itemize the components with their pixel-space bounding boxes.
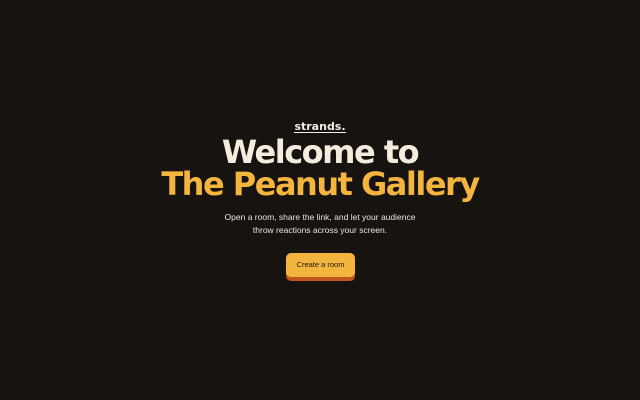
create-room-button[interactable]: Create a room <box>286 253 355 277</box>
hero-subtitle-line-2: throw reactions across your screen. <box>252 225 388 235</box>
logo-wordmark: strands. <box>294 120 346 133</box>
landing-page: strands. Welcome to The Peanut Gallery O… <box>0 0 640 400</box>
hero-subtitle-line-1: Open a room, share the link, and let you… <box>224 212 416 222</box>
hero-title-line-2: The Peanut Gallery <box>161 165 480 203</box>
hero-subtitle: Open a room, share the link, and let you… <box>0 211 640 237</box>
create-room-button-wrapper: Create a room <box>286 253 355 281</box>
